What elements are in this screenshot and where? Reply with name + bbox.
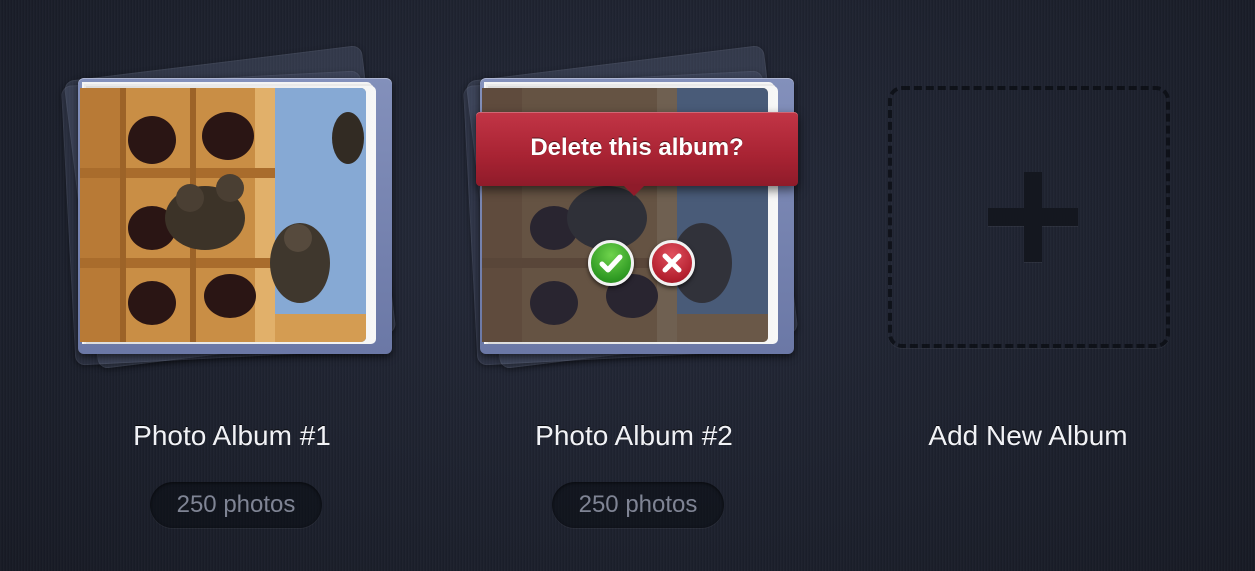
add-album-dropzone[interactable] <box>888 86 1170 348</box>
add-album-label[interactable]: Add New Album <box>828 420 1228 452</box>
album-cover[interactable] <box>78 78 392 354</box>
photo-count-badge: 250 photos <box>150 482 322 528</box>
cancel-delete-button[interactable] <box>649 240 695 286</box>
tooltip-arrow <box>622 184 646 196</box>
album-card-2[interactable]: Delete this album? Photo Album #2 250 ph… <box>434 0 834 571</box>
plus-icon <box>988 172 1078 262</box>
add-album-card[interactable]: Add New Album <box>828 0 1228 571</box>
photo-count-badge: 250 photos <box>552 482 724 528</box>
album-title: Photo Album #2 <box>535 420 733 451</box>
album-title: Photo Album #1 <box>133 420 331 451</box>
delete-confirm-tooltip: Delete this album? <box>476 112 798 186</box>
close-icon <box>662 253 682 273</box>
album-cover-photo <box>80 88 366 342</box>
confirm-delete-button[interactable] <box>588 240 634 286</box>
album-card-1[interactable]: Photo Album #1 250 photos <box>32 0 432 571</box>
checkmark-icon <box>599 254 623 273</box>
